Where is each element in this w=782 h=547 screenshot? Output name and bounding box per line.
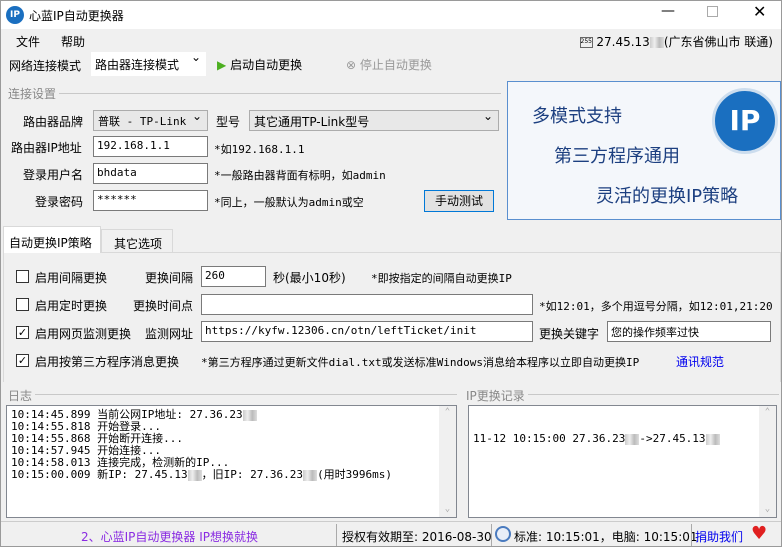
web-monitor-label: 启用网页监测更换	[35, 327, 132, 341]
promo-banner: 多模式支持 第三方程序通用 灵活的更换IP策略 IP	[507, 81, 781, 220]
stop-icon: ⊗	[346, 58, 357, 72]
history-line: 11-12 10:15:00 27.36.23 ->27.45.13	[473, 433, 772, 445]
interval-unit: 秒(最小10秒)	[273, 271, 346, 285]
timed-checkbox[interactable]	[16, 298, 29, 311]
promo-link[interactable]: 2、心蓝IP自动更换器 IP想换就换	[81, 528, 258, 545]
password-hint: *同上，一般默认为admin或空	[214, 196, 364, 209]
model-select[interactable]: 其它通用TP-Link型号	[249, 109, 499, 131]
tab-auto-strategy[interactable]: 自动更换IP策略	[3, 226, 101, 253]
interval-hint: *即按指定的间隔自动更换IP	[371, 272, 512, 285]
brand-select[interactable]: 普联 - TP-Link	[93, 109, 208, 131]
play-icon: ▶	[217, 58, 227, 72]
donate-link[interactable]: 捐助我们	[695, 528, 743, 545]
network-icon: 255	[579, 37, 593, 48]
window-title: 心蓝IP自动更换器	[29, 9, 124, 23]
history-group-label: IP更换记录	[463, 387, 528, 404]
model-label: 型号	[216, 115, 241, 129]
maximize-button[interactable]	[707, 6, 718, 17]
router-ip-input[interactable]: 192.168.1.1	[93, 136, 208, 157]
web-monitor-checkbox[interactable]: ✓	[16, 326, 29, 339]
monitor-url-label: 监测网址	[145, 327, 194, 341]
status-bar: 2、心蓝IP自动更换器 IP想换就换 授权有效期至: 2016-08-30 标准…	[1, 521, 781, 547]
timed-input[interactable]	[201, 294, 533, 315]
license-expiry: 授权有效期至: 2016-08-30	[342, 530, 492, 544]
interval-checkbox[interactable]	[16, 270, 29, 283]
menu-help[interactable]: 帮助	[61, 33, 85, 50]
ip-logo-icon: IP	[712, 88, 778, 154]
username-hint: *一般路由器背面有标明，如admin	[214, 169, 386, 182]
brand-label: 路由器品牌	[23, 115, 84, 129]
log-list[interactable]: 10:14:45.899 当前公网IP地址: 27.36.23 10:14:55…	[6, 405, 457, 518]
close-button[interactable]: ✕	[753, 2, 766, 21]
interval-label: 启用间隔更换	[35, 271, 108, 285]
interval-field-label: 更换间隔	[145, 271, 194, 285]
history-list[interactable]: 11-12 10:15:00 27.36.23 ->27.45.13 ⌃ ⌄	[468, 405, 777, 518]
timed-hint: *如12:01，多个用逗号分隔，如12:01,21:20	[539, 300, 773, 313]
start-button[interactable]: ▶ 启动自动更换	[217, 56, 302, 73]
minimize-button[interactable]: —	[661, 3, 675, 19]
third-party-hint: *第三方程序通过更新文件dial.txt或发送标准Windows消息给本程序以立…	[201, 356, 640, 369]
manual-test-button[interactable]: 手动测试	[424, 190, 494, 212]
third-party-label: 启用按第三方程序消息更换	[35, 355, 180, 369]
router-ip-label: 路由器IP地址	[11, 141, 82, 155]
timed-label: 启用定时更换	[35, 299, 108, 313]
heart-icon: ♥	[751, 523, 768, 544]
mode-select[interactable]: 路由器连接模式	[91, 50, 206, 76]
password-input[interactable]: ******	[93, 190, 208, 211]
time-display: 标准: 10:15:01，电脑: 10:15:01	[514, 530, 698, 544]
stop-button[interactable]: ⊗ 停止自动更换	[346, 56, 432, 73]
username-input[interactable]: bhdata	[93, 163, 208, 184]
log-scrollbar[interactable]: ⌃ ⌄	[439, 406, 456, 517]
keyword-label: 更换关键字	[539, 327, 600, 341]
mode-label: 网络连接模式	[9, 59, 82, 73]
password-label: 登录密码	[35, 195, 84, 209]
connection-group-label: 连接设置	[5, 85, 60, 102]
menu-file[interactable]: 文件	[16, 33, 40, 50]
log-group-label: 日志	[5, 387, 36, 404]
history-scrollbar[interactable]: ⌃ ⌄	[759, 406, 776, 517]
keyword-input[interactable]: 您的操作频率过快	[607, 321, 771, 342]
timed-field-label: 更换时间点	[133, 299, 194, 313]
app-logo-icon: IP	[6, 6, 24, 24]
tab-other-options[interactable]: 其它选项	[101, 229, 173, 253]
ip-status: 255 27.45.13 (广东省佛山市 联通)	[579, 35, 773, 49]
interval-spinner[interactable]: 260	[201, 266, 266, 287]
third-party-checkbox[interactable]: ✓	[16, 354, 29, 367]
clock-icon	[495, 526, 511, 542]
log-line: 10:15:00.009 新IP: 27.45.13 ，旧IP: 27.36.23…	[11, 468, 393, 481]
monitor-url-input[interactable]: https://kyfw.12306.cn/otn/leftTicket/ini…	[201, 321, 533, 342]
protocol-link[interactable]: 通讯规范	[676, 353, 724, 370]
title-bar: IP 心蓝IP自动更换器 — ✕	[1, 1, 781, 29]
router-ip-hint: *如192.168.1.1	[214, 143, 305, 156]
username-label: 登录用户名	[23, 168, 84, 182]
